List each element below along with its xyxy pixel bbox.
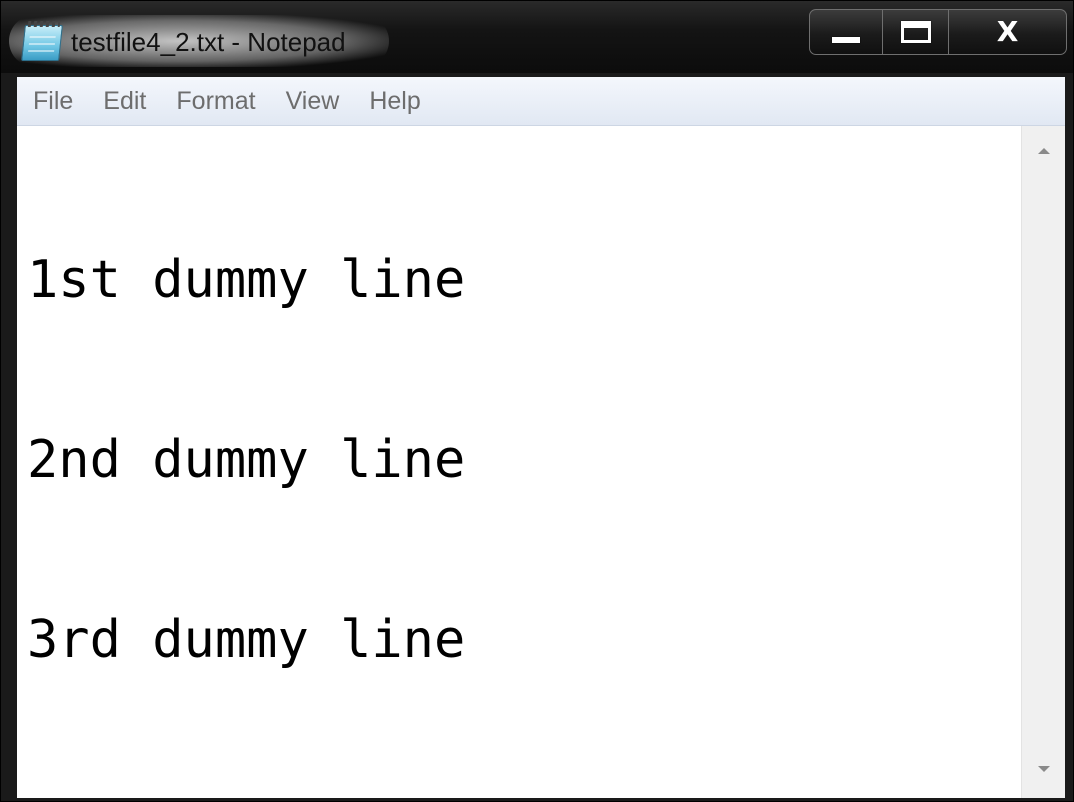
close-button[interactable]: X xyxy=(949,9,1067,55)
menu-file[interactable]: File xyxy=(17,77,87,125)
maximize-button[interactable] xyxy=(883,9,949,55)
text-editor[interactable]: 1st dummy line 2nd dummy line 3rd dummy … xyxy=(17,126,1021,798)
text-line: 1st dummy line xyxy=(27,250,466,310)
minimize-icon xyxy=(832,37,860,43)
menu-help[interactable]: Help xyxy=(353,77,434,125)
document-text[interactable]: 1st dummy line 2nd dummy line 3rd dummy … xyxy=(27,130,465,790)
close-icon: X xyxy=(996,15,1019,48)
notepad-window: testfile4_2.txt - Notepad X File Edit Fo… xyxy=(0,0,1074,802)
notepad-icon[interactable] xyxy=(21,25,63,61)
window-title: testfile4_2.txt - Notepad xyxy=(71,27,346,57)
text-line: 3rd dummy line xyxy=(27,610,466,670)
maximize-icon xyxy=(900,21,931,43)
menu-view[interactable]: View xyxy=(270,77,354,125)
vertical-scrollbar[interactable] xyxy=(1021,126,1065,798)
text-line: 2nd dummy line xyxy=(27,430,466,490)
title-bar[interactable]: testfile4_2.txt - Notepad X xyxy=(1,1,1073,73)
menu-bar: File Edit Format View Help xyxy=(17,77,1065,126)
minimize-button[interactable] xyxy=(809,9,883,55)
menu-format[interactable]: Format xyxy=(160,77,269,125)
caption-buttons: X xyxy=(809,9,1067,57)
menu-edit[interactable]: Edit xyxy=(87,77,160,125)
scroll-down-icon[interactable] xyxy=(1037,766,1050,772)
scroll-up-icon[interactable] xyxy=(1037,148,1050,154)
